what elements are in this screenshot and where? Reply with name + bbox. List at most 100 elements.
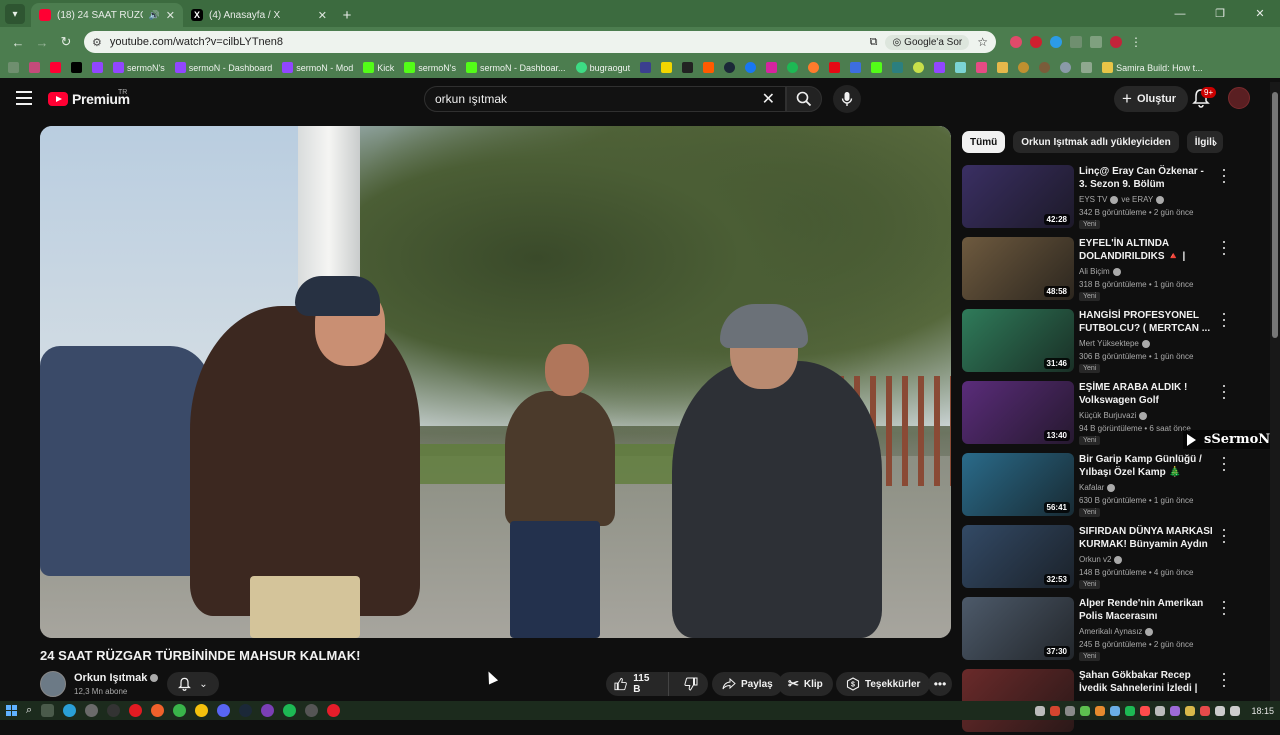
recommendation-title[interactable]: EYFEL'İN ALTINDA DOLANDIRILDIKS 🔺 | PARİ… <box>1079 237 1213 263</box>
site-info-icon[interactable]: ⚙ <box>92 36 102 49</box>
tray-icon[interactable] <box>1200 705 1211 716</box>
reading-list-icon[interactable] <box>1090 36 1102 48</box>
video-player[interactable] <box>40 126 951 638</box>
chrome-icon[interactable] <box>195 704 209 717</box>
tray-icon[interactable] <box>1080 705 1091 716</box>
chevron-right-icon[interactable]: › <box>1204 131 1226 153</box>
google-ask-button[interactable]: ◎ Google'a Sor <box>885 34 970 50</box>
bookmark-icon[interactable] <box>682 62 694 73</box>
bookmark-item[interactable]: Kick <box>363 62 394 73</box>
app-icon[interactable] <box>85 704 99 717</box>
tray-icon[interactable] <box>1050 705 1061 716</box>
spotify-icon[interactable] <box>283 704 297 717</box>
scrollbar-thumb[interactable] <box>1272 92 1278 338</box>
bookmark-icon[interactable] <box>29 62 40 73</box>
recommendation-title[interactable]: EŞİME ARABA ALDIK ! Volkswagen Golf <box>1079 381 1213 407</box>
recommendation-channel[interactable]: Ali Biçim <box>1079 267 1121 276</box>
tab-x[interactable]: X (4) Anasayfa / X ✕ <box>183 3 335 27</box>
bookmark-icon[interactable] <box>934 62 946 73</box>
minimize-icon[interactable]: — <box>1160 0 1200 27</box>
bookmark-icon[interactable] <box>997 62 1009 73</box>
recommendation-channel[interactable]: Mert Yüksektepe <box>1079 339 1150 348</box>
recommendation-channel[interactable]: Küçük Burjuvazi <box>1079 411 1148 420</box>
netflix-icon[interactable] <box>829 62 841 73</box>
clip-button[interactable]: ✂ Klip <box>778 672 833 696</box>
app-icon[interactable] <box>173 704 187 717</box>
extension-icon[interactable] <box>1050 36 1062 48</box>
app-icon[interactable] <box>107 704 121 717</box>
bookmark-icon[interactable] <box>955 62 967 73</box>
recommendation-item[interactable]: 48:58 EYFEL'İN ALTINDA DOLANDIRILDIKS 🔺 |… <box>962 237 1232 303</box>
tray-icon[interactable] <box>1065 705 1076 716</box>
close-window-icon[interactable]: ✕ <box>1240 0 1280 27</box>
bookmark-item[interactable]: sermoN - Dashboar... <box>466 62 566 73</box>
recommendation-item[interactable]: 32:53 SIFIRDAN DÜNYA MARKASI KURMAK! Büny… <box>962 525 1232 591</box>
recommendation-item[interactable]: 56:41 Bir Garip Kamp Günlüğü / Yılbaşı Öz… <box>962 453 1232 519</box>
restore-icon[interactable]: ❐ <box>1200 0 1240 27</box>
facebook-icon[interactable] <box>745 62 757 73</box>
app-icon[interactable] <box>305 704 319 717</box>
voice-search-button[interactable] <box>833 85 861 113</box>
search-icon[interactable]: ⌕ <box>26 704 32 717</box>
tab-search-icon[interactable]: ▾ <box>5 4 25 24</box>
bookmark-icon[interactable] <box>850 62 862 73</box>
channel-avatar[interactable] <box>40 671 66 697</box>
tab-youtube[interactable]: (18) 24 SAAT RÜZGAR TÜRBİ 🔊 ✕ <box>31 3 183 27</box>
youtube-premium-logo[interactable]: Premium TR <box>48 89 130 107</box>
tray-icon[interactable] <box>1110 705 1121 716</box>
bookmark-star-icon[interactable]: ☆ <box>977 35 988 49</box>
bookmark-icon[interactable] <box>892 62 904 73</box>
recommendation-title[interactable]: Alper Rende'nin Amerikan Polis Macerasın… <box>1079 597 1213 623</box>
install-icon[interactable]: ⧉ <box>870 36 878 49</box>
bookmark-icon[interactable] <box>661 62 673 73</box>
forward-button[interactable]: → <box>30 30 54 54</box>
search-button[interactable] <box>786 86 822 112</box>
recommendation-channel[interactable]: EYS TV ve ERAY <box>1079 195 1165 204</box>
bookmark-icon[interactable] <box>976 62 988 73</box>
video-thumbnail[interactable]: 48:58 <box>962 237 1074 300</box>
recommendation-title[interactable]: Linç@ Eray Can Özkenar - 3. Sezon 9. Böl… <box>1079 165 1213 191</box>
recommendation-title[interactable]: Şahan Gökbakar Recep İvedik Sahnelerini … <box>1079 669 1213 695</box>
recommendation-channel[interactable]: Amerikalı Aynasız <box>1079 627 1154 636</box>
steam-icon[interactable] <box>724 62 736 73</box>
bookmark-item[interactable]: Samira Build: How t... <box>1102 62 1203 73</box>
share-button[interactable]: Paylaş <box>712 672 783 696</box>
windows-start-icon[interactable] <box>6 705 17 716</box>
x-icon[interactable] <box>71 62 82 73</box>
recommendation-item[interactable]: 37:30 Alper Rende'nin Amerikan Polis Mace… <box>962 597 1232 663</box>
more-options-icon[interactable] <box>1220 241 1228 255</box>
thanks-button[interactable]: $ Teşekkürler <box>836 672 931 696</box>
bookmark-item[interactable]: sermoN - Dashboard <box>174 62 272 73</box>
bookmark-icon[interactable] <box>913 62 925 73</box>
create-button[interactable]: + Oluştur <box>1114 86 1189 112</box>
spotify-icon[interactable] <box>787 62 799 73</box>
reload-button[interactable]: ↻ <box>54 30 78 54</box>
more-options-icon[interactable] <box>1220 529 1228 543</box>
menu-kebab-icon[interactable]: ⋮ <box>1130 35 1142 49</box>
recommendation-title[interactable]: HANGİSİ PROFESYONEL FUTBOLCU? ( MERTCAN … <box>1079 309 1213 335</box>
search-input[interactable]: orkun ışıtmak ✕ <box>424 86 786 112</box>
close-tab-icon[interactable]: ✕ <box>166 9 175 22</box>
recommendation-title[interactable]: Bir Garip Kamp Günlüğü / Yılbaşı Özel Ka… <box>1079 453 1213 479</box>
clear-search-icon[interactable]: ✕ <box>762 89 775 109</box>
tray-icon[interactable] <box>1140 705 1151 716</box>
recommendation-title[interactable]: SIFIRDAN DÜNYA MARKASI KURMAK! Bünyamin … <box>1079 525 1213 551</box>
app-icon[interactable] <box>261 704 275 717</box>
channel-name[interactable]: Orkun Işıtmak <box>74 672 159 684</box>
subscription-bell-button[interactable]: ⌄ <box>167 672 219 696</box>
recommendation-channel[interactable]: Kafalar <box>1079 483 1116 492</box>
app-icon[interactable] <box>327 704 341 717</box>
tray-icon[interactable] <box>1170 705 1181 716</box>
wifi-icon[interactable] <box>1215 705 1226 716</box>
more-options-icon[interactable] <box>1220 313 1228 327</box>
more-actions-button[interactable]: ••• <box>928 672 952 696</box>
bookmark-icon[interactable] <box>808 62 820 73</box>
recommendation-item[interactable]: 31:46 HANGİSİ PROFESYONEL FUTBOLCU? ( MER… <box>962 309 1232 375</box>
bookmark-icon[interactable] <box>871 62 883 73</box>
bookmark-icon[interactable] <box>640 62 652 73</box>
tray-icon[interactable] <box>1185 705 1196 716</box>
more-options-icon[interactable] <box>1220 601 1228 615</box>
bookmark-icon[interactable] <box>703 62 715 73</box>
bookmark-item[interactable]: sermoN - Mod <box>282 62 353 73</box>
headset-icon[interactable] <box>1035 705 1046 716</box>
